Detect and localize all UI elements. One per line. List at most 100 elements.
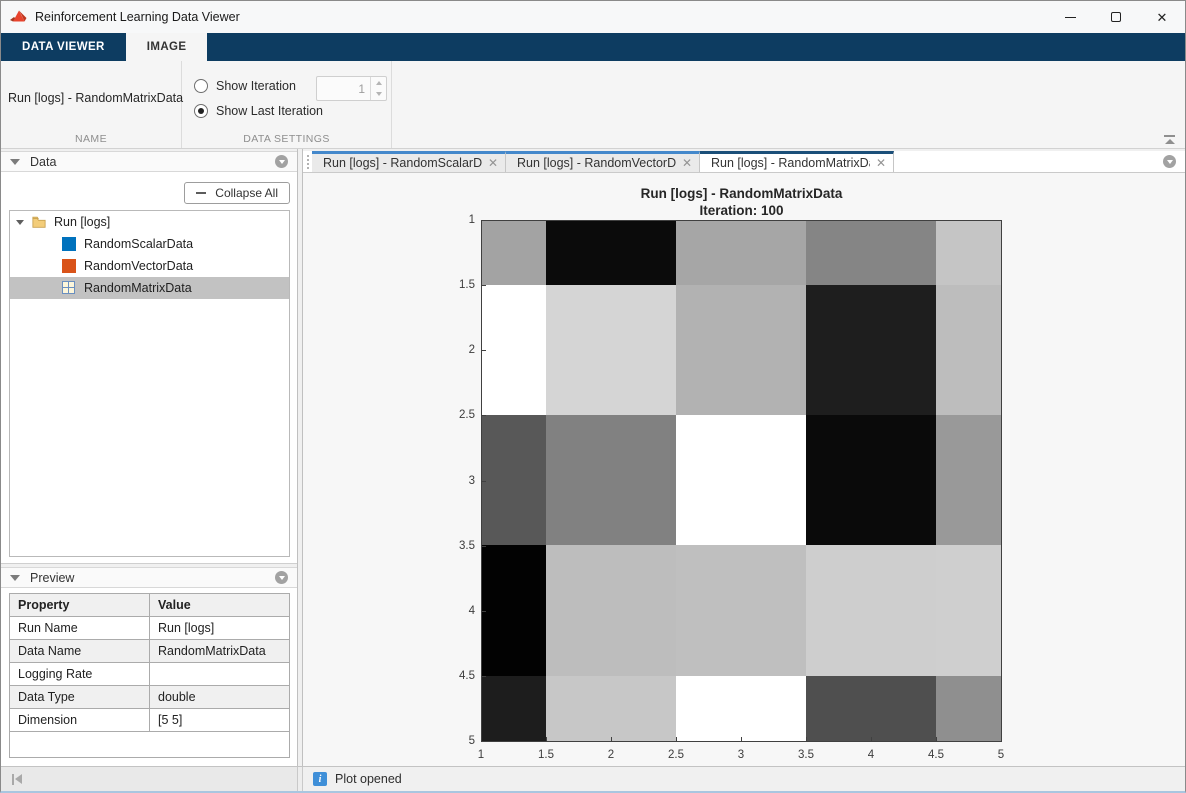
y-tick-label: 3.5 (433, 540, 475, 552)
toolbar-section-data-settings: Show Iteration 1 Show Last Iteration DAT… (182, 61, 392, 148)
collapse-triangle-icon[interactable] (10, 575, 20, 581)
heatmap-cell-r1-c3 (676, 221, 806, 285)
status-bar-left (1, 767, 298, 791)
y-tick-label: 1.5 (433, 279, 475, 291)
iteration-spinner[interactable]: 1 (316, 76, 387, 101)
tree-item-randomscalardata[interactable]: RandomScalarData (10, 233, 289, 255)
column-header-value: Value (150, 594, 290, 617)
y-tick-label: 1 (433, 214, 475, 226)
heatmap-cell-r5-c3 (676, 676, 806, 741)
heatmap-cell-r1-c1 (482, 221, 546, 285)
x-tick-mark (611, 737, 612, 741)
close-button[interactable]: ✕ (1139, 1, 1185, 33)
x-tick-label: 4 (868, 749, 874, 761)
show-iteration-label: Show Iteration (216, 79, 296, 93)
spinner-up-icon (376, 81, 382, 85)
table-row: Logging Rate (10, 663, 290, 686)
tree-item-label: RandomScalarData (84, 237, 193, 251)
collapse-triangle-icon[interactable] (10, 159, 20, 165)
collapse-ribbon-icon (1164, 135, 1175, 137)
window-title: Reinforcement Learning Data Viewer (35, 10, 240, 24)
doc-tab-randomvectordata[interactable]: Run [logs] - RandomVectorData ✕ (506, 151, 700, 172)
figure-canvas: Run [logs] - RandomMatrixData Iteration:… (303, 173, 1185, 766)
panel-minimize-icon[interactable] (275, 571, 288, 584)
heatmap-cell-r1-c4 (806, 221, 936, 285)
y-tick-label: 2.5 (433, 409, 475, 421)
column-header-property: Property (10, 594, 150, 617)
tree-item-run-logs[interactable]: Run [logs] (10, 211, 289, 233)
orange-square-icon (62, 259, 76, 273)
tab-bar-drag-handle-icon[interactable] (303, 151, 312, 172)
x-tick-mark (741, 737, 742, 741)
minimize-button[interactable] (1047, 1, 1093, 33)
spinner-up-button[interactable] (371, 77, 386, 89)
matrix-grid-icon (62, 281, 76, 295)
heatmap-cell-r4-c1 (482, 545, 546, 676)
data-panel-header[interactable]: Data (1, 151, 297, 172)
show-last-iteration-radio[interactable] (194, 104, 208, 118)
tree-item-randommatrixdata[interactable]: RandomMatrixData (10, 277, 289, 299)
doc-tab-randommatrixdata[interactable]: Run [logs] - RandomMatrixData ✕ (700, 151, 894, 172)
collapse-sidebar-button[interactable] (12, 774, 22, 785)
heatmap-cell-r2-c4 (806, 285, 936, 415)
show-last-iteration-label: Show Last Iteration (216, 104, 323, 118)
x-tick-mark (871, 737, 872, 741)
minimize-icon (1065, 17, 1076, 18)
heatmap-cell-r3-c3 (676, 415, 806, 545)
chart-title: Run [logs] - RandomMatrixData (481, 186, 1002, 201)
tab-image[interactable]: IMAGE (126, 33, 208, 61)
heatmap-cell-r5-c1 (482, 676, 546, 741)
x-tick-mark (1001, 737, 1002, 741)
heatmap-cell-r1-c2 (546, 221, 676, 285)
tab-close-icon[interactable]: ✕ (482, 156, 498, 170)
heatmap-cell-r4-c4 (806, 545, 936, 676)
sidebar: Data Collapse All Run [logs] (1, 149, 298, 766)
doc-tab-randomscalardata[interactable]: Run [logs] - RandomScalarData ✕ (312, 151, 506, 172)
preview-panel: Preview Property Value Run Name Run [log… (1, 567, 297, 766)
heatmap-cell-r2-c2 (546, 285, 676, 415)
spinner-down-icon (376, 92, 382, 96)
heatmap-cell-r2-c1 (482, 285, 546, 415)
tab-bar-minimize-icon[interactable] (1163, 155, 1176, 168)
maximize-button[interactable] (1093, 1, 1139, 33)
collapse-ribbon-button[interactable] (1163, 135, 1176, 144)
tab-close-icon[interactable]: ✕ (870, 156, 886, 170)
tree-item-randomvectordata[interactable]: RandomVectorData (10, 255, 289, 277)
toolbar-section-name: Run [logs] - RandomMatrixData NAME (1, 61, 182, 148)
heatmap-cell-r2-c5 (936, 285, 1001, 415)
status-message: Plot opened (335, 772, 402, 786)
minus-icon (196, 192, 206, 194)
x-tick-label: 3.5 (798, 749, 814, 761)
maximize-icon (1111, 12, 1121, 22)
tab-close-icon[interactable]: ✕ (676, 156, 692, 170)
document-area: Run [logs] - RandomScalarData ✕ Run [log… (302, 149, 1185, 766)
y-tick-mark (482, 546, 486, 547)
preview-panel-header[interactable]: Preview (1, 567, 297, 588)
panel-minimize-icon[interactable] (275, 155, 288, 168)
document-tab-bar: Run [logs] - RandomScalarData ✕ Run [log… (303, 151, 1185, 173)
y-tick-mark (482, 415, 486, 416)
x-tick-mark (546, 737, 547, 741)
tab-data-viewer[interactable]: DATA VIEWER (1, 33, 126, 61)
heatmap (481, 220, 1002, 742)
x-tick-label: 3 (738, 749, 744, 761)
x-tick-mark (676, 737, 677, 741)
expander-icon[interactable] (16, 220, 24, 225)
app-window: Reinforcement Learning Data Viewer ✕ DAT… (0, 0, 1186, 793)
heatmap-cell-r4-c2 (546, 545, 676, 676)
ribbon-toolbar: Run [logs] - RandomMatrixData NAME Show … (1, 61, 1185, 149)
show-iteration-radio[interactable] (194, 79, 208, 93)
preview-panel-title: Preview (30, 571, 74, 585)
heatmap-cell-r1-c5 (936, 221, 1001, 285)
x-tick-mark (806, 737, 807, 741)
table-row: Data Type double (10, 686, 290, 709)
heatmap-cell-r3-c4 (806, 415, 936, 545)
heatmap-cell-r2-c3 (676, 285, 806, 415)
y-tick-mark (482, 285, 486, 286)
preview-table: Property Value Run Name Run [logs] Data … (9, 593, 290, 758)
spinner-down-button[interactable] (371, 89, 386, 101)
collapse-all-button[interactable]: Collapse All (184, 182, 290, 204)
heatmap-cell-r3-c5 (936, 415, 1001, 545)
tree-item-label: RandomVectorData (84, 259, 193, 273)
y-tick-label: 2 (433, 344, 475, 356)
